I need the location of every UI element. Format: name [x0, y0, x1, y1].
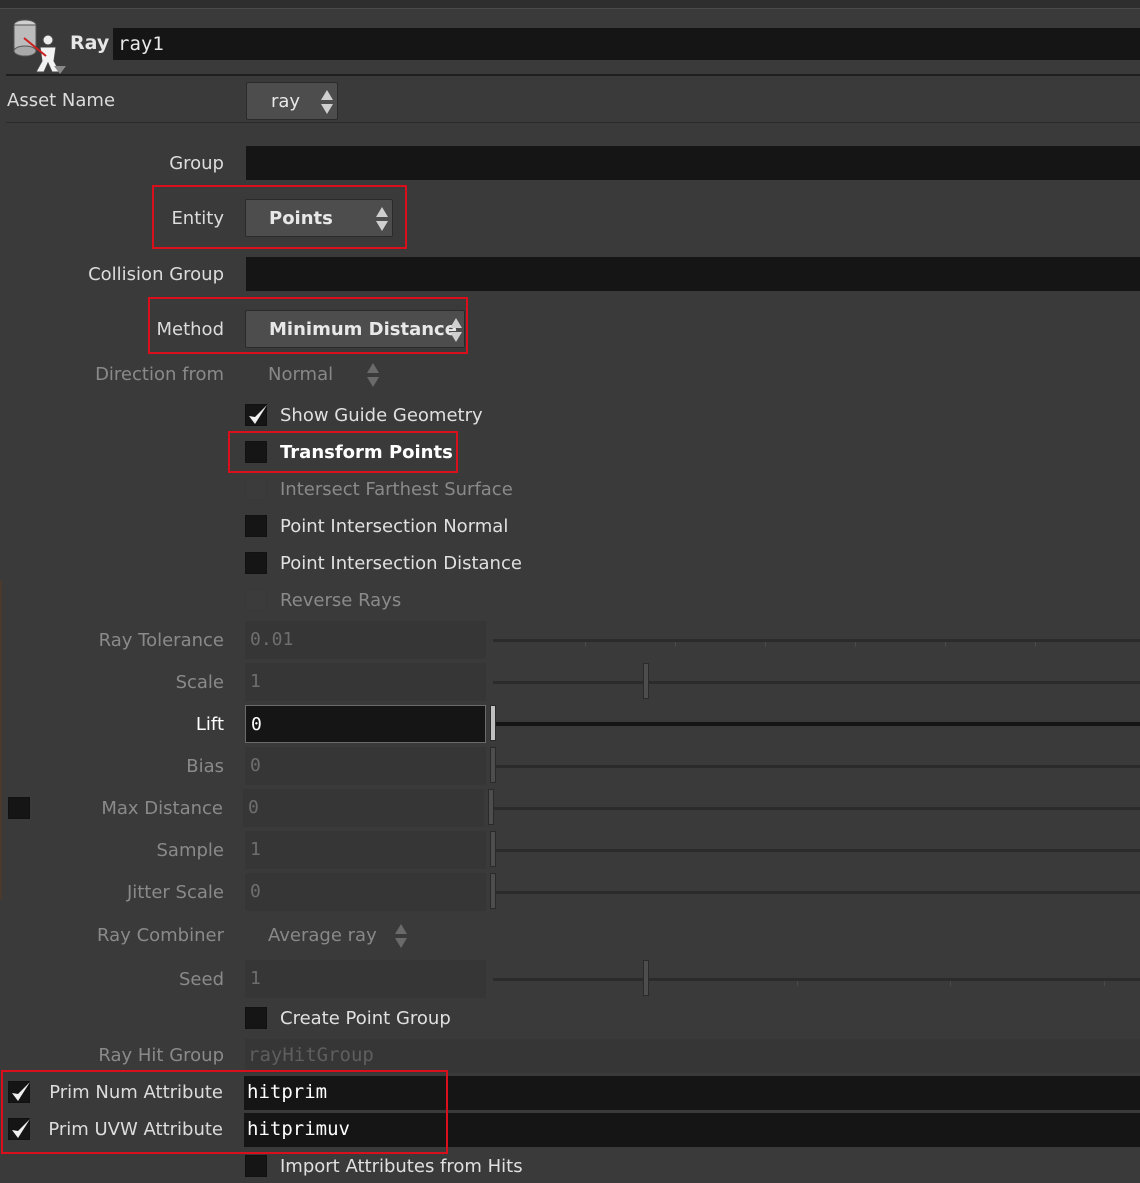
point-int-normal-checkbox[interactable]	[245, 515, 267, 537]
asset-name-label: Asset Name	[7, 90, 116, 111]
direction-from-menu[interactable]: Normal	[245, 356, 383, 394]
bias-slider[interactable]	[493, 765, 1140, 768]
seed-label: Seed	[179, 969, 224, 990]
import-attrs-checkbox[interactable]	[245, 1155, 267, 1177]
scale-label: Scale	[175, 672, 224, 693]
sample-slider-knob[interactable]	[490, 831, 496, 867]
scale-slider[interactable]	[493, 681, 1140, 684]
ray-sop-icon[interactable]	[10, 16, 66, 74]
checkmark-icon	[249, 405, 267, 424]
lift-slider[interactable]	[493, 722, 1140, 726]
show-guide-checkbox[interactable]	[245, 404, 267, 426]
lift-slider-knob[interactable]	[490, 705, 496, 741]
ray-combiner-label: Ray Combiner	[97, 925, 224, 946]
collision-group-field[interactable]	[246, 257, 1140, 291]
max-distance-field[interactable]: 0	[243, 789, 484, 827]
max-distance-label: Max Distance	[101, 798, 223, 819]
import-attrs-label: Import Attributes from Hits	[280, 1156, 523, 1177]
prim-attributes-highlight-box	[1, 1070, 448, 1154]
point-int-distance-label: Point Intersection Distance	[280, 553, 522, 574]
point-int-distance-checkbox[interactable]	[245, 552, 267, 574]
asset-name-menu[interactable]: ray	[246, 82, 338, 120]
transform-points-highlight-box	[228, 431, 458, 473]
jitter-scale-slider[interactable]	[493, 891, 1140, 894]
updown-arrow-icon	[318, 87, 336, 117]
jitter-scale-field[interactable]: 0	[245, 873, 486, 911]
node-name-field[interactable]: ray1	[113, 28, 1140, 60]
slider-tick	[765, 642, 766, 647]
method-highlight-box	[148, 297, 468, 354]
slider-tick	[797, 981, 798, 986]
reverse-rays-checkbox[interactable]	[245, 589, 267, 611]
asset-separator	[6, 122, 1140, 123]
max-distance-slider[interactable]	[493, 807, 1140, 810]
header-separator	[6, 74, 1140, 76]
ray-combiner-menu[interactable]: Average ray	[245, 917, 411, 955]
operator-type-label: Ray	[70, 32, 110, 54]
jitter-scale-label: Jitter Scale	[126, 882, 224, 903]
ray-hit-group-label: Ray Hit Group	[98, 1045, 224, 1066]
entity-highlight-box	[152, 185, 407, 249]
ray-tolerance-field[interactable]: 0.01	[245, 621, 486, 659]
scale-field[interactable]: 1	[245, 663, 486, 701]
ray-hit-group-field[interactable]: rayHitGroup	[245, 1039, 1140, 1073]
lift-label: Lift	[195, 714, 224, 735]
sample-slider[interactable]	[493, 849, 1140, 852]
point-int-normal-label: Point Intersection Normal	[280, 516, 509, 537]
slider-tick	[1035, 642, 1036, 647]
updown-arrow-icon	[392, 921, 410, 951]
sample-field[interactable]: 1	[245, 831, 486, 869]
max-distance-slider-knob[interactable]	[488, 789, 494, 825]
sample-label: Sample	[156, 840, 225, 861]
seed-slider[interactable]	[493, 978, 1140, 981]
group-label: Group	[169, 153, 224, 174]
slider-tick	[855, 642, 856, 647]
create-point-group-checkbox[interactable]	[245, 1007, 267, 1029]
slider-tick	[950, 981, 951, 986]
lift-field[interactable]: 0	[245, 705, 486, 743]
ray-tolerance-label: Ray Tolerance	[98, 630, 224, 651]
ray-tolerance-slider[interactable]	[493, 639, 1140, 642]
reverse-rays-label: Reverse Rays	[280, 590, 402, 611]
seed-field[interactable]: 1	[245, 960, 486, 998]
direction-from-value: Normal	[268, 364, 334, 385]
slider-tick	[1104, 981, 1105, 986]
asset-name-value: ray	[271, 91, 301, 112]
intersect-farthest-label: Intersect Farthest Surface	[280, 479, 513, 500]
scale-slider-knob[interactable]	[643, 663, 649, 699]
jitter-scale-slider-knob[interactable]	[490, 873, 496, 909]
direction-from-label: Direction from	[95, 364, 224, 385]
seed-slider-knob[interactable]	[643, 960, 649, 996]
bias-slider-knob[interactable]	[490, 747, 496, 783]
intersect-farthest-checkbox[interactable]	[245, 478, 267, 500]
create-point-group-label: Create Point Group	[280, 1008, 451, 1029]
slider-tick	[675, 642, 676, 647]
slider-tick	[945, 642, 946, 647]
slider-tick	[585, 642, 586, 647]
top-border	[0, 0, 1140, 9]
bias-field[interactable]: 0	[245, 747, 486, 785]
bias-label: Bias	[186, 756, 224, 777]
collision-group-label: Collision Group	[88, 264, 224, 285]
group-field[interactable]	[246, 146, 1140, 180]
updown-arrow-icon	[364, 360, 382, 390]
ray-combiner-value: Average ray	[268, 925, 377, 946]
show-guide-label: Show Guide Geometry	[280, 405, 483, 426]
